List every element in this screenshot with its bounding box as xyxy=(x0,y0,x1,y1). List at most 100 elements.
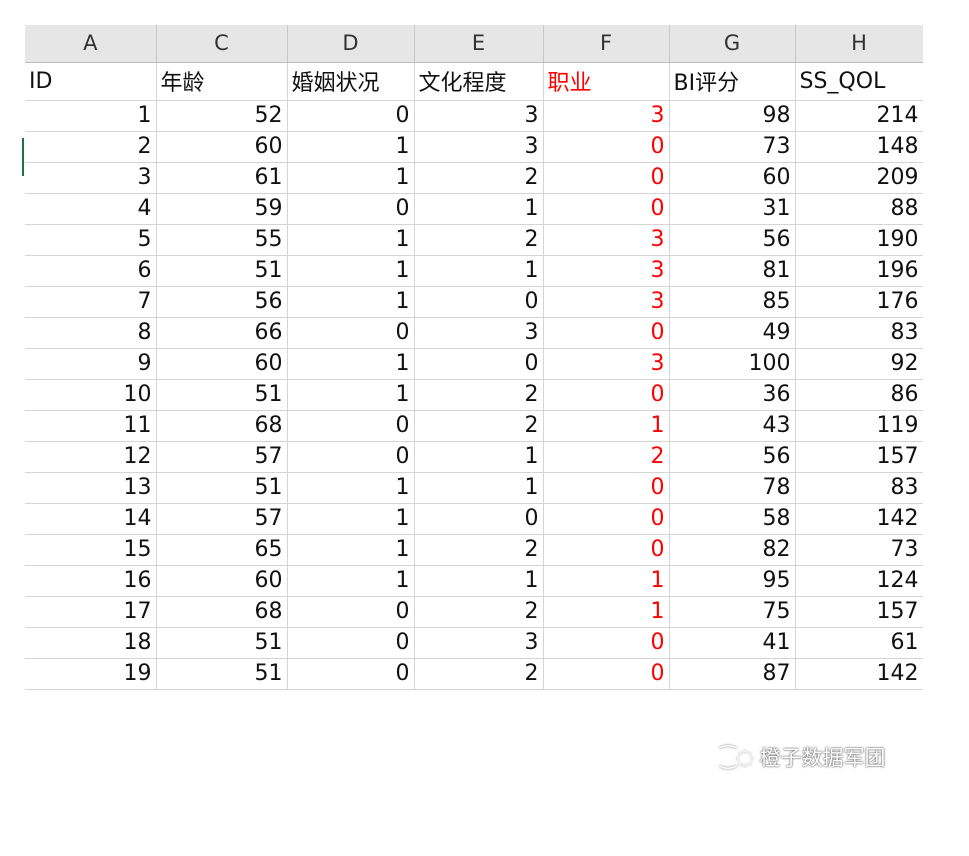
table-cell[interactable]: 3 xyxy=(25,162,157,194)
table-cell[interactable]: 157 xyxy=(795,441,923,473)
table-cell[interactable]: 11 xyxy=(25,410,157,442)
table-cell[interactable]: 73 xyxy=(795,534,923,566)
table-cell[interactable]: 1 xyxy=(543,596,670,628)
table-cell[interactable]: 18 xyxy=(25,627,157,659)
table-cell[interactable]: 0 xyxy=(543,472,670,504)
table-cell[interactable]: 0 xyxy=(543,131,670,163)
table-cell[interactable]: 0 xyxy=(543,627,670,659)
header-cell[interactable]: 文化程度 xyxy=(414,62,544,101)
table-cell[interactable]: 81 xyxy=(669,255,796,287)
table-cell[interactable]: 0 xyxy=(543,317,670,349)
table-cell[interactable]: 2 xyxy=(414,224,544,256)
table-cell[interactable]: 52 xyxy=(156,100,288,132)
table-cell[interactable]: 2 xyxy=(414,658,544,690)
table-cell[interactable]: 8 xyxy=(25,317,157,349)
table-cell[interactable]: 1 xyxy=(543,565,670,597)
table-cell[interactable]: 1 xyxy=(287,503,415,535)
table-cell[interactable]: 13 xyxy=(25,472,157,504)
table-cell[interactable]: 59 xyxy=(156,193,288,225)
table-cell[interactable]: 88 xyxy=(795,193,923,225)
table-cell[interactable]: 31 xyxy=(669,193,796,225)
table-cell[interactable]: 1 xyxy=(287,534,415,566)
table-cell[interactable]: 1 xyxy=(414,565,544,597)
column-header-c[interactable]: C xyxy=(156,25,288,63)
header-cell[interactable]: 年龄 xyxy=(156,62,288,101)
table-cell[interactable]: 1 xyxy=(414,441,544,473)
table-cell[interactable]: 1 xyxy=(287,286,415,318)
table-cell[interactable]: 95 xyxy=(669,565,796,597)
table-cell[interactable]: 148 xyxy=(795,131,923,163)
table-cell[interactable]: 51 xyxy=(156,379,288,411)
table-cell[interactable]: 92 xyxy=(795,348,923,380)
table-cell[interactable]: 1 xyxy=(414,255,544,287)
table-cell[interactable]: 124 xyxy=(795,565,923,597)
table-cell[interactable]: 0 xyxy=(287,317,415,349)
table-cell[interactable]: 14 xyxy=(25,503,157,535)
column-header-e[interactable]: E xyxy=(414,25,544,63)
column-header-f[interactable]: F xyxy=(543,25,670,63)
table-cell[interactable]: 209 xyxy=(795,162,923,194)
table-cell[interactable]: 3 xyxy=(414,131,544,163)
table-cell[interactable]: 157 xyxy=(795,596,923,628)
table-cell[interactable]: 0 xyxy=(287,596,415,628)
table-cell[interactable]: 3 xyxy=(414,627,544,659)
table-cell[interactable]: 68 xyxy=(156,596,288,628)
table-cell[interactable]: 0 xyxy=(543,162,670,194)
table-cell[interactable]: 60 xyxy=(156,565,288,597)
table-cell[interactable]: 98 xyxy=(669,100,796,132)
table-cell[interactable]: 87 xyxy=(669,658,796,690)
table-cell[interactable]: 4 xyxy=(25,193,157,225)
table-cell[interactable]: 1 xyxy=(287,162,415,194)
table-cell[interactable]: 43 xyxy=(669,410,796,442)
table-cell[interactable]: 1 xyxy=(287,255,415,287)
table-cell[interactable]: 60 xyxy=(156,131,288,163)
table-cell[interactable]: 9 xyxy=(25,348,157,380)
table-cell[interactable]: 12 xyxy=(25,441,157,473)
header-cell[interactable]: 职业 xyxy=(543,62,670,101)
table-cell[interactable]: 3 xyxy=(543,255,670,287)
table-cell[interactable]: 0 xyxy=(414,286,544,318)
table-cell[interactable]: 56 xyxy=(669,441,796,473)
table-cell[interactable]: 3 xyxy=(414,317,544,349)
header-cell[interactable]: ID xyxy=(25,62,157,101)
header-cell[interactable]: SS_QOL xyxy=(795,62,923,101)
table-cell[interactable]: 0 xyxy=(287,441,415,473)
table-cell[interactable]: 60 xyxy=(156,348,288,380)
table-cell[interactable]: 2 xyxy=(543,441,670,473)
table-cell[interactable]: 190 xyxy=(795,224,923,256)
table-cell[interactable]: 2 xyxy=(414,162,544,194)
table-cell[interactable]: 73 xyxy=(669,131,796,163)
table-cell[interactable]: 78 xyxy=(669,472,796,504)
table-cell[interactable]: 1 xyxy=(543,410,670,442)
table-cell[interactable]: 61 xyxy=(795,627,923,659)
table-cell[interactable]: 0 xyxy=(543,193,670,225)
table-cell[interactable]: 10 xyxy=(25,379,157,411)
table-cell[interactable]: 142 xyxy=(795,658,923,690)
table-cell[interactable]: 0 xyxy=(414,503,544,535)
table-cell[interactable]: 56 xyxy=(669,224,796,256)
table-cell[interactable]: 16 xyxy=(25,565,157,597)
table-cell[interactable]: 2 xyxy=(414,410,544,442)
table-cell[interactable]: 41 xyxy=(669,627,796,659)
table-cell[interactable]: 196 xyxy=(795,255,923,287)
table-cell[interactable]: 0 xyxy=(543,658,670,690)
table-cell[interactable]: 6 xyxy=(25,255,157,287)
table-cell[interactable]: 3 xyxy=(543,100,670,132)
table-cell[interactable]: 100 xyxy=(669,348,796,380)
table-cell[interactable]: 60 xyxy=(669,162,796,194)
table-cell[interactable]: 0 xyxy=(287,658,415,690)
table-cell[interactable]: 68 xyxy=(156,410,288,442)
table-cell[interactable]: 3 xyxy=(543,286,670,318)
table-cell[interactable]: 2 xyxy=(414,534,544,566)
table-cell[interactable]: 5 xyxy=(25,224,157,256)
column-header-g[interactable]: G xyxy=(669,25,796,63)
table-cell[interactable]: 2 xyxy=(414,596,544,628)
table-cell[interactable]: 0 xyxy=(543,534,670,566)
table-cell[interactable]: 17 xyxy=(25,596,157,628)
table-cell[interactable]: 1 xyxy=(414,193,544,225)
column-header-h[interactable]: H xyxy=(795,25,923,63)
table-cell[interactable]: 2 xyxy=(414,379,544,411)
table-cell[interactable]: 65 xyxy=(156,534,288,566)
header-cell[interactable]: 婚姻状况 xyxy=(287,62,415,101)
table-cell[interactable]: 0 xyxy=(287,100,415,132)
